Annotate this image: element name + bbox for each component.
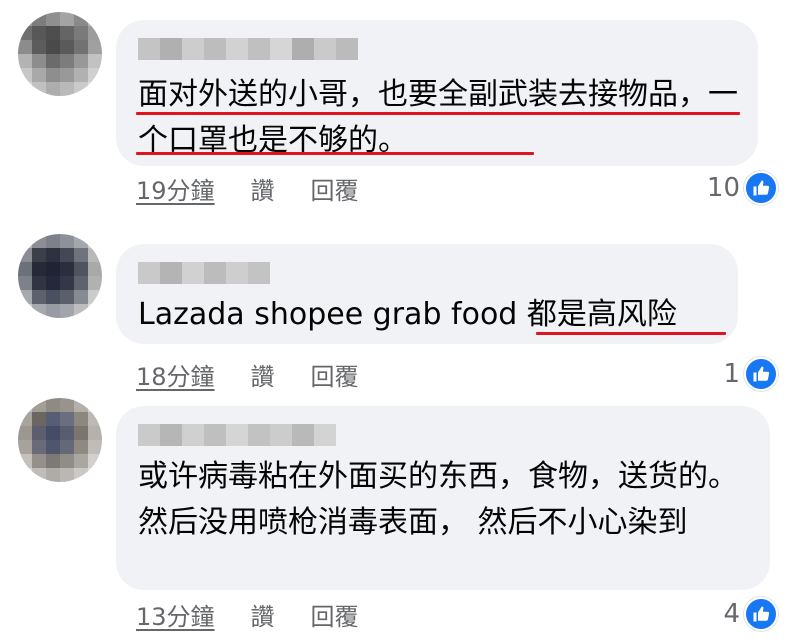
timestamp-link[interactable]: 18分鐘 — [136, 357, 215, 392]
reaction-summary[interactable]: 1 — [723, 357, 778, 391]
reply-button[interactable]: 回覆 — [311, 171, 359, 206]
comment-text: 面对外送的小哥，也要全副武装去接物品，一个口罩也是不够的。 — [138, 77, 738, 158]
avatar[interactable] — [18, 12, 102, 96]
comment-actions: 18分鐘 讚 回覆 — [136, 357, 359, 392]
comment-bubble: 面对外送的小哥，也要全副武装去接物品，一个口罩也是不够的。 — [116, 20, 758, 166]
reaction-summary[interactable]: 10 — [706, 171, 778, 205]
timestamp-link[interactable]: 19分鐘 — [136, 171, 215, 206]
highlight-underline — [136, 112, 740, 115]
thumbs-up-icon — [744, 597, 778, 631]
comment-bubble: Lazada shopee grab food 都是高风险 — [116, 244, 738, 344]
comment-actions: 13分鐘 讚 回覆 — [136, 597, 359, 632]
avatar[interactable] — [18, 234, 102, 318]
highlight-underline — [136, 152, 534, 155]
highlight-underline — [536, 332, 726, 335]
author-name-blurred[interactable] — [138, 262, 270, 284]
reaction-count: 1 — [723, 359, 740, 389]
thumbs-up-icon — [744, 171, 778, 205]
avatar[interactable] — [18, 398, 102, 482]
reply-button[interactable]: 回覆 — [311, 357, 359, 392]
reaction-count: 4 — [723, 599, 740, 629]
like-button[interactable]: 讚 — [251, 597, 275, 632]
timestamp-link[interactable]: 13分鐘 — [136, 597, 215, 632]
comment-text: 或许病毒粘在外面买的东西，食物，送货的。然后没用喷枪消毒表面， 然后不小心染到 — [138, 459, 738, 540]
comment-actions: 19分鐘 讚 回覆 — [136, 171, 359, 206]
like-button[interactable]: 讚 — [251, 357, 275, 392]
reply-button[interactable]: 回覆 — [311, 597, 359, 632]
comment-bubble: 或许病毒粘在外面买的东西，食物，送货的。然后没用喷枪消毒表面， 然后不小心染到 — [116, 406, 770, 590]
author-name-blurred[interactable] — [138, 424, 336, 446]
thumbs-up-icon — [744, 357, 778, 391]
like-button[interactable]: 讚 — [251, 171, 275, 206]
reaction-count: 10 — [706, 173, 740, 203]
reaction-summary[interactable]: 4 — [723, 597, 778, 631]
author-name-blurred[interactable] — [138, 38, 358, 60]
